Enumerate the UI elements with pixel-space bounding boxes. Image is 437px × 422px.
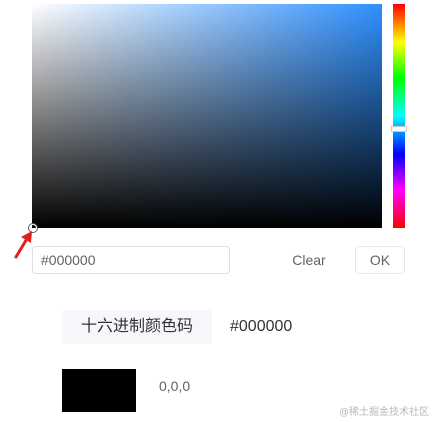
saturation-value-panel[interactable] — [32, 4, 382, 228]
hex-color-input[interactable] — [32, 246, 230, 274]
watermark-text: @稀土掘金技术社区 — [339, 407, 429, 418]
ok-button[interactable]: OK — [355, 246, 405, 274]
clear-button[interactable]: Clear — [280, 246, 338, 274]
hue-slider[interactable] — [393, 4, 405, 228]
hue-slider-thumb[interactable] — [391, 126, 407, 132]
hex-code-label: 十六进制颜色码 — [62, 310, 212, 344]
color-swatch — [62, 369, 136, 412]
hex-code-value: #000000 — [230, 318, 293, 335]
rgb-value: 0,0,0 — [159, 378, 191, 394]
